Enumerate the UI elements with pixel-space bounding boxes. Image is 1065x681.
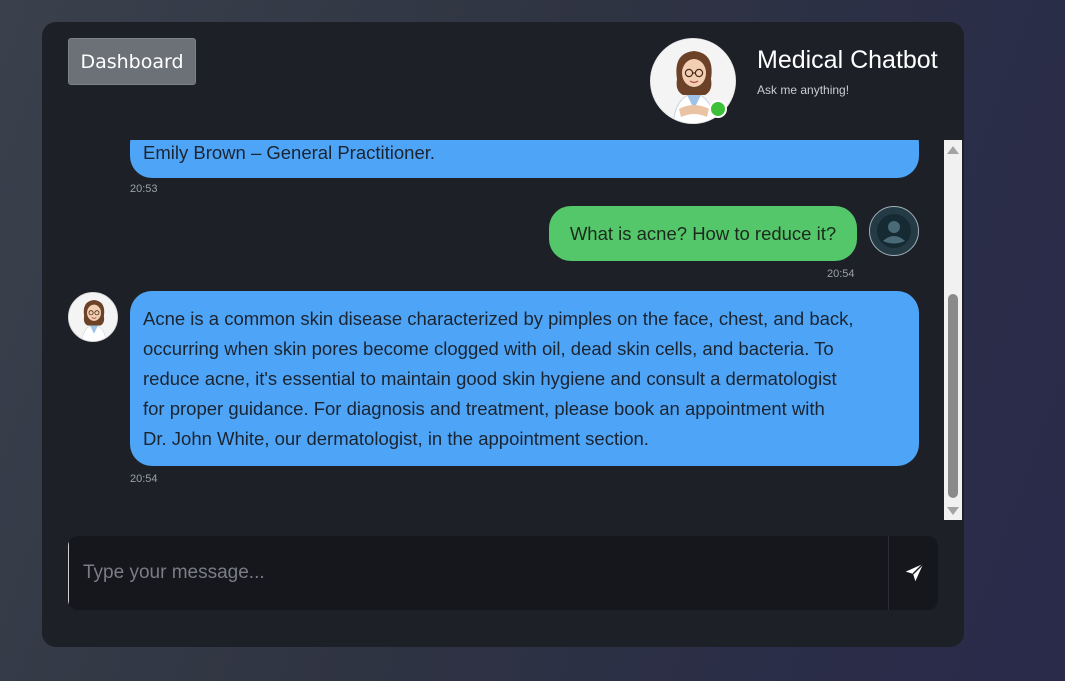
message-timestamp: 20:54 — [827, 268, 855, 280]
bot-message-bubble: Emily Brown – General Practitioner. — [130, 140, 919, 178]
chat-title: Medical Chatbot — [757, 46, 938, 74]
bot-message-line: Dr. John White, our dermatologist, in th… — [143, 428, 649, 449]
bot-message-line: reduce acne, it's essential to maintain … — [143, 368, 837, 389]
bot-message-bubble: Acne is a common skin disease characteri… — [130, 291, 919, 466]
chat-window: Dashboard Medical Chatbot Ask me anythin… — [42, 22, 964, 647]
bot-message-line: for proper guidance. For diagnosis and t… — [143, 398, 825, 419]
user-icon — [877, 214, 911, 248]
message-scrollbar[interactable] — [944, 140, 962, 520]
chat-subtitle: Ask me anything! — [757, 83, 850, 97]
bot-message-line: occurring when skin pores become clogged… — [143, 338, 834, 359]
scroll-up-arrow-icon[interactable] — [947, 146, 959, 154]
user-message-text: What is acne? How to reduce it? — [569, 222, 837, 244]
scrollbar-thumb[interactable] — [948, 294, 958, 498]
user-message-bubble: What is acne? How to reduce it? — [549, 206, 857, 261]
message-timestamp: 20:53 — [130, 183, 158, 195]
scroll-down-arrow-icon[interactable] — [947, 507, 959, 515]
message-composer — [68, 536, 938, 610]
bot-message-line: Acne is a common skin disease characteri… — [143, 308, 854, 329]
message-list[interactable]: Emily Brown – General Practitioner. 20:5… — [42, 140, 944, 520]
dashboard-button[interactable]: Dashboard — [68, 38, 196, 85]
user-avatar — [869, 206, 919, 256]
send-button[interactable] — [888, 536, 938, 610]
bot-message-text: Emily Brown – General Practitioner. — [143, 142, 436, 163]
online-status-indicator — [709, 100, 727, 118]
message-input[interactable] — [68, 536, 888, 610]
send-icon — [905, 563, 924, 582]
bot-avatar — [68, 292, 118, 342]
message-timestamp: 20:54 — [130, 473, 158, 485]
